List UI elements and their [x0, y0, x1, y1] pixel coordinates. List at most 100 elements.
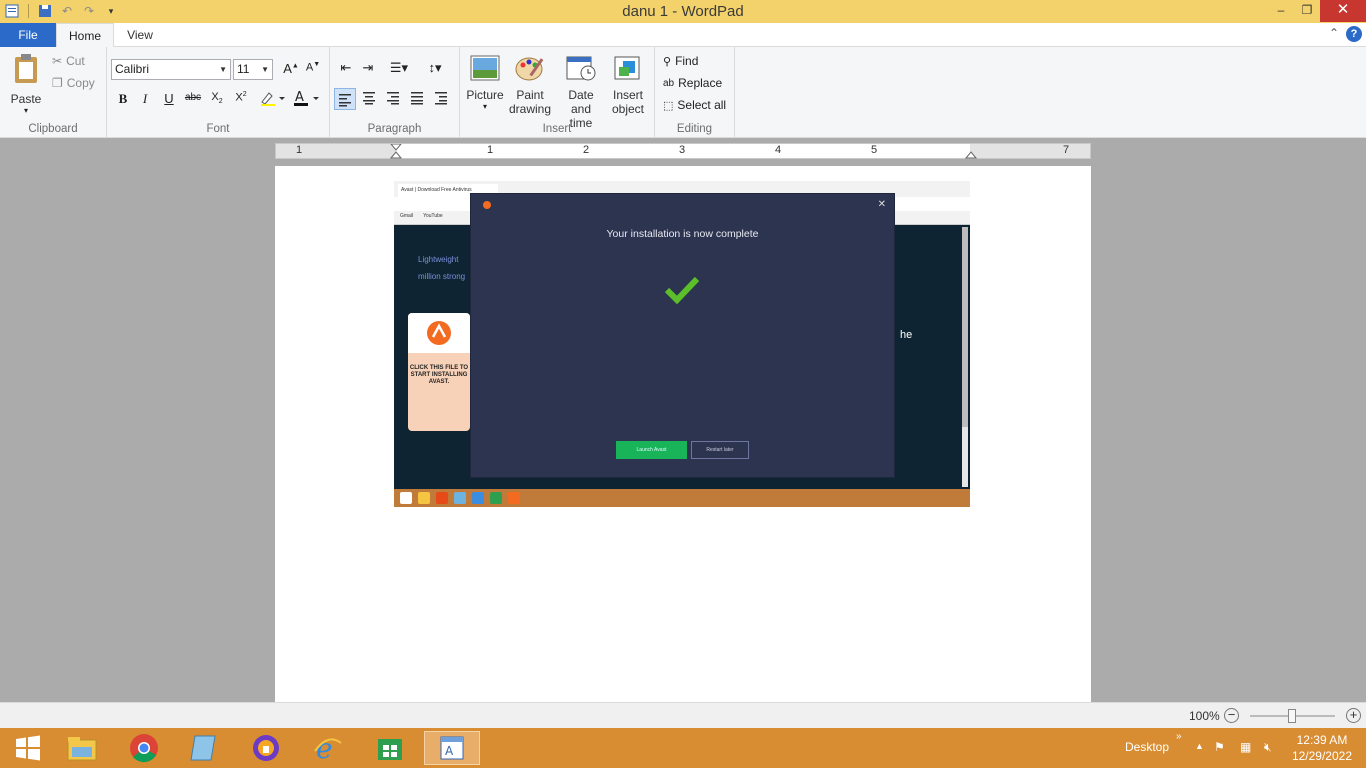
shrink-font-icon[interactable]: A▼: [303, 61, 323, 74]
taskbar-wordpad[interactable]: A: [424, 731, 480, 765]
editing-group: ⚲ Find ab Replace ⬚ Select all Editing: [655, 47, 735, 138]
paint-label-2: drawing: [508, 102, 552, 116]
tab-home[interactable]: Home: [56, 23, 114, 47]
minimize-button[interactable]: –: [1268, 0, 1294, 22]
copy-button[interactable]: ❐ Copy: [52, 76, 95, 90]
cut-button[interactable]: ✂ Cut: [52, 54, 85, 68]
bold-icon[interactable]: B: [113, 91, 133, 107]
embedded-bg-text: he: [900, 329, 913, 341]
object-label-2: object: [611, 102, 645, 116]
grow-font-icon[interactable]: A▲: [281, 61, 301, 76]
zoom-out-button[interactable]: −: [1224, 708, 1239, 723]
replace-icon: ab: [663, 77, 675, 89]
font-size-value: 11: [237, 62, 250, 76]
taskbar-file-explorer[interactable]: [54, 731, 110, 765]
bullets-icon[interactable]: ☰▾: [386, 60, 412, 76]
volume-muted-icon[interactable]: 🔇︎: [1264, 740, 1272, 768]
taskbar-chrome[interactable]: [116, 731, 172, 765]
paste-dropdown-icon[interactable]: ▾: [6, 106, 46, 115]
superscript-icon[interactable]: X2: [231, 91, 251, 104]
ruler[interactable]: 1 1 2 3 4 5 7: [275, 143, 1091, 159]
replace-label: Replace: [678, 76, 723, 90]
tab-file[interactable]: File: [0, 23, 56, 47]
font-family-select[interactable]: Calibri ▼: [111, 59, 231, 80]
ruler-number: 1: [296, 144, 303, 156]
picture-button[interactable]: Picture ▾: [466, 55, 504, 111]
start-button[interactable]: [0, 731, 56, 765]
show-hidden-icons[interactable]: ▲: [1195, 741, 1204, 768]
wordpad-icon: A: [440, 736, 464, 760]
taskbar-vpn-app[interactable]: [238, 731, 294, 765]
picture-label: Picture: [466, 88, 504, 102]
embedded-store-icon: [490, 492, 502, 504]
window-title: danu 1 - WordPad: [622, 3, 744, 20]
subscript-icon[interactable]: X2: [207, 91, 227, 105]
zoom-slider-thumb[interactable]: [1288, 709, 1296, 723]
system-clock[interactable]: 12:39 AM 12/29/2022: [1292, 732, 1352, 764]
find-button[interactable]: ⚲ Find: [663, 54, 698, 68]
font-color-icon[interactable]: A: [291, 89, 321, 110]
insert-object-button[interactable]: Insert object: [608, 55, 648, 116]
align-center-icon[interactable]: [359, 91, 379, 108]
paragraph-settings-icon[interactable]: [431, 91, 451, 108]
paste-button[interactable]: Paste ▾: [6, 53, 46, 115]
close-button[interactable]: ✕: [1320, 0, 1366, 22]
ruler-number: 2: [583, 144, 590, 156]
ruler-left-margin: [276, 144, 396, 158]
select-all-button[interactable]: ⬚ Select all: [663, 98, 726, 112]
chevron-down-icon: ▼: [261, 65, 269, 74]
right-indent-marker-icon[interactable]: [965, 148, 977, 160]
network-icon[interactable]: ▦: [1240, 740, 1251, 768]
zoom-slider[interactable]: [1250, 709, 1335, 723]
tab-view[interactable]: View: [116, 23, 164, 47]
embedded-bg-text: Lightweight: [418, 255, 459, 264]
desktop-toolbar-label[interactable]: Desktop: [1125, 740, 1169, 768]
paste-label: Paste: [10, 92, 42, 106]
store-icon: [378, 739, 402, 760]
taskbar-store[interactable]: [362, 731, 418, 765]
ruler-right-margin: [970, 144, 1090, 158]
decrease-indent-icon[interactable]: ⇤: [336, 60, 356, 76]
find-label: Find: [675, 54, 699, 68]
ruler-number: 4: [775, 144, 782, 156]
taskbar-notepad[interactable]: [176, 731, 232, 765]
font-group: Calibri ▼ 11 ▼ A▲ A▼ B I U abc X2 X2 A F…: [107, 47, 330, 138]
font-family-value: Calibri: [115, 62, 150, 76]
replace-button[interactable]: ab Replace: [663, 76, 722, 90]
align-right-icon[interactable]: [383, 91, 403, 108]
picture-dropdown-icon[interactable]: ▾: [466, 102, 504, 111]
date-and-time-button[interactable]: Date and time: [558, 55, 604, 130]
justify-icon[interactable]: [407, 91, 427, 108]
zoom-in-button[interactable]: +: [1346, 708, 1361, 723]
taskbar-internet-explorer[interactable]: e: [300, 731, 356, 765]
maximize-button[interactable]: ❐: [1294, 0, 1320, 22]
italic-icon[interactable]: I: [135, 91, 155, 107]
ruler-number: 7: [1063, 144, 1070, 156]
paste-icon: [15, 54, 37, 83]
ruler-number: 1: [487, 144, 494, 156]
font-group-label: Font: [206, 123, 230, 135]
underline-icon[interactable]: U: [159, 91, 179, 106]
align-left-icon[interactable]: [334, 88, 356, 110]
embedded-app-icon: [454, 492, 466, 504]
zoom-level: 100%: [1189, 709, 1220, 723]
embedded-restart-later-button: Restart later: [691, 441, 749, 459]
line-spacing-icon[interactable]: ↕▾: [422, 60, 448, 76]
font-size-select[interactable]: 11 ▼: [233, 59, 273, 80]
collapse-ribbon-icon[interactable]: ⌃: [1329, 26, 1339, 40]
help-icon[interactable]: ?: [1346, 26, 1362, 42]
strikethrough-icon[interactable]: abc: [183, 92, 203, 103]
svg-text:A: A: [445, 744, 454, 758]
highlight-color-icon[interactable]: [257, 90, 287, 109]
object-icon: [614, 56, 640, 80]
indent-marker-icon[interactable]: [390, 144, 402, 162]
avast-logo-icon: [483, 201, 491, 209]
increase-indent-icon[interactable]: ⇥: [358, 60, 378, 76]
toolbar-expand-icon[interactable]: »: [1176, 731, 1182, 768]
avast-logo-icon: [408, 313, 470, 353]
date-label-1: Date and: [568, 88, 594, 116]
action-center-flag-icon[interactable]: ⚑: [1214, 740, 1225, 768]
calendar-clock-icon: [566, 56, 596, 81]
copy-icon: ❐: [52, 76, 63, 90]
paint-drawing-button[interactable]: Paint drawing: [508, 55, 552, 116]
